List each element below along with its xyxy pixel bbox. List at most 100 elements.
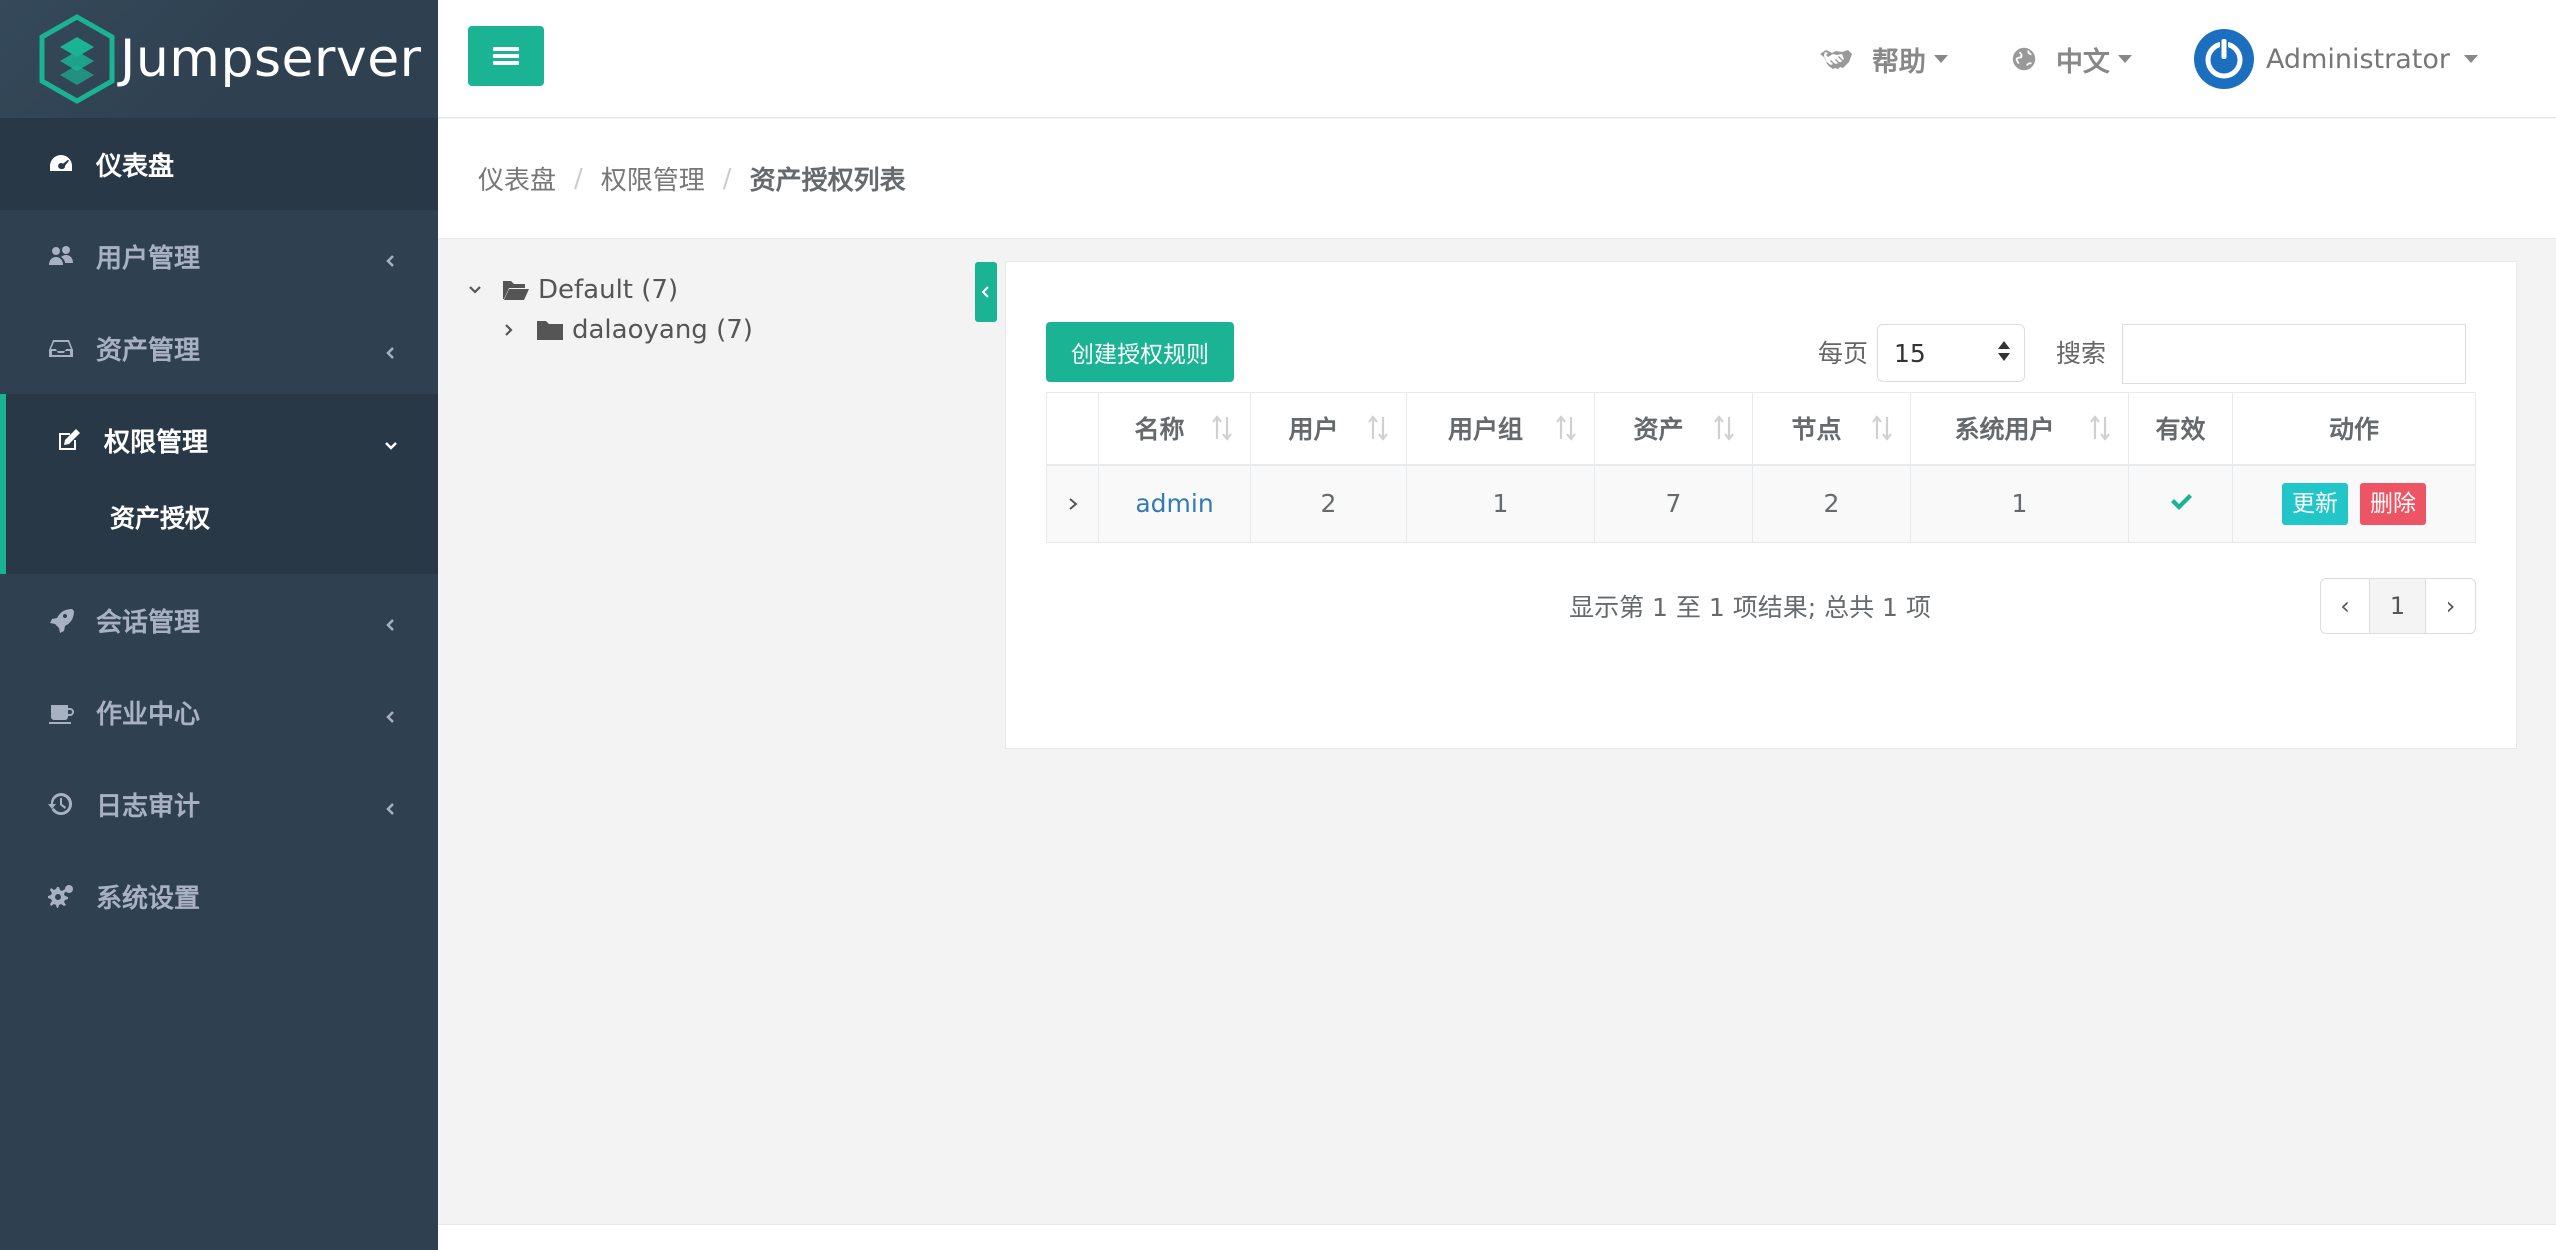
sidebar-item-label: 资产管理 — [96, 335, 201, 366]
dashboard-icon — [46, 149, 76, 179]
sidebar-item-label: 日志审计 — [96, 791, 201, 822]
sidebar-item-label: 仪表盘 — [96, 151, 175, 182]
help-label: 帮助 — [1871, 46, 1926, 78]
tree-node-label[interactable]: Default (7) — [538, 275, 678, 305]
inbox-icon — [46, 333, 76, 363]
breadcrumb-item[interactable]: 权限管理 — [601, 160, 705, 197]
folder-open-icon — [502, 278, 530, 302]
chevron-right-icon[interactable] — [1066, 489, 1080, 518]
caret-down-icon — [2464, 55, 2478, 63]
column-header-name[interactable]: 名称 — [1098, 392, 1251, 466]
sidebar-item-assets[interactable]: 资产管理 — [0, 302, 438, 394]
jumpserver-logo-icon — [39, 14, 115, 104]
rocket-icon — [46, 605, 76, 635]
breadcrumb-item[interactable]: 仪表盘 — [478, 160, 556, 197]
table-row: admin 2 1 7 2 1 更新 删除 — [1046, 464, 2476, 543]
search-label: 搜索 — [2056, 339, 2107, 368]
sort-icon — [1210, 414, 1234, 442]
tree-node-label[interactable]: dalaoyang (7) — [572, 315, 753, 345]
table-info: 显示第 1 至 1 项结果; 总共 1 项 — [1569, 593, 1931, 622]
tree-collapse-button[interactable] — [975, 262, 997, 322]
tree-node-root[interactable]: Default (7) — [466, 270, 753, 310]
column-header-label: 系统用户 — [1954, 415, 2055, 445]
column-header-label: 资产 — [1633, 415, 1684, 445]
footer — [438, 1224, 2556, 1250]
sidebar-item-sessions[interactable]: 会话管理 — [0, 574, 438, 666]
avatar — [2193, 29, 2254, 89]
chevron-left-icon — [382, 611, 400, 631]
expand-column-header — [1046, 392, 1099, 466]
column-header-assets[interactable]: 资产 — [1594, 392, 1753, 466]
delete-button[interactable]: 删除 — [2359, 482, 2426, 525]
column-header-label: 用户组 — [1447, 415, 1523, 445]
column-header-nodes[interactable]: 节点 — [1752, 392, 1911, 466]
pagination-prev-button[interactable]: ‹ — [2320, 578, 2370, 634]
table-header-row: 名称 用户 用户组 资产 节点 系统用户 有效 动作 — [1046, 392, 2476, 466]
column-header-actions: 动作 — [2232, 392, 2476, 466]
check-icon — [2169, 489, 2193, 518]
hamburger-icon — [493, 47, 519, 65]
sidebar-item-users[interactable]: 用户管理 — [0, 210, 438, 302]
sort-icon — [1870, 414, 1894, 442]
pagination-page-button[interactable]: 1 — [2370, 578, 2426, 634]
row-expand-cell[interactable] — [1046, 464, 1099, 543]
sidebar-item-label: 会话管理 — [96, 607, 201, 638]
update-button[interactable]: 更新 — [2282, 482, 2349, 525]
breadcrumb-separator: / — [574, 163, 583, 194]
sidebar-subitem-asset-permission[interactable]: 资产授权 — [6, 486, 438, 574]
chevron-left-icon — [981, 286, 989, 298]
sort-icon — [2088, 414, 2112, 442]
cell-name: admin — [1098, 464, 1251, 543]
breadcrumb-separator: / — [722, 163, 732, 194]
users-icon — [46, 241, 76, 271]
column-header-users[interactable]: 用户 — [1250, 392, 1407, 466]
topbar-right: 帮助 中文 Administrator — [1756, 0, 2478, 118]
tree-node-child[interactable]: dalaoyang (7) — [466, 310, 753, 350]
sidebar-item-dashboard[interactable]: 仪表盘 — [0, 118, 438, 210]
menu-toggle-button[interactable] — [468, 26, 544, 86]
help-dropdown[interactable]: 帮助 — [1818, 40, 1948, 79]
column-header-label: 节点 — [1791, 415, 1842, 445]
user-dropdown[interactable]: Administrator — [2193, 29, 2478, 89]
chevron-right-icon[interactable] — [500, 321, 518, 339]
column-header-active: 有效 — [2128, 392, 2233, 466]
topbar: 帮助 中文 Administrator — [438, 0, 2556, 118]
chevron-down-icon[interactable] — [466, 281, 484, 299]
sidebar-item-label: 系统设置 — [96, 883, 201, 914]
pagination: ‹ 1 › — [2320, 578, 2476, 634]
permission-table: 名称 用户 用户组 资产 节点 系统用户 有效 动作 admin 2 1 7 2… — [1046, 392, 2476, 543]
breadcrumb: 仪表盘 / 权限管理 / 资产授权列表 — [438, 119, 2556, 239]
page-title: 资产授权列表 — [749, 166, 906, 196]
sidebar-item-label: 作业中心 — [96, 699, 201, 730]
chevron-left-icon — [382, 795, 400, 815]
column-header-system-users[interactable]: 系统用户 — [1910, 392, 2129, 466]
sidebar-item-audit[interactable]: 日志审计 — [0, 758, 438, 850]
logo[interactable]: Jumpserver — [0, 0, 438, 118]
globe-icon — [2010, 45, 2038, 73]
language-dropdown[interactable]: 中文 — [2010, 40, 2132, 79]
pagination-next-button[interactable]: › — [2426, 578, 2476, 634]
user-name: Administrator — [2265, 43, 2450, 75]
sidebar: Jumpserver 仪表盘 用户管理 资产管理 权限管理 资产授权 会话管理 … — [0, 0, 438, 1250]
app-name: Jumpserver — [120, 29, 422, 89]
permission-name-link[interactable]: admin — [1135, 489, 1213, 518]
node-tree: Default (7) dalaoyang (7) — [466, 270, 753, 350]
create-permission-button[interactable]: 创建授权规则 — [1046, 322, 1234, 382]
column-header-user-groups[interactable]: 用户组 — [1406, 392, 1595, 466]
gears-icon — [46, 881, 76, 911]
sidebar-item-jobs[interactable]: 作业中心 — [0, 666, 438, 758]
column-header-label: 用户 — [1288, 415, 1339, 445]
history-icon — [46, 789, 76, 819]
sidebar-item-settings[interactable]: 系统设置 — [0, 850, 438, 942]
chevron-left-icon — [382, 247, 400, 267]
per-page-label: 每页 — [1818, 339, 1869, 368]
search-input[interactable] — [2122, 324, 2466, 384]
sort-icon — [1366, 414, 1390, 442]
per-page-select[interactable]: 15 — [1877, 324, 2025, 382]
chevron-left-icon — [382, 703, 400, 723]
sidebar-item-permissions[interactable]: 权限管理 — [6, 394, 438, 486]
handshake-icon — [1818, 44, 1854, 74]
sort-icon — [1554, 414, 1578, 442]
select-arrows-icon — [1998, 341, 2010, 361]
column-header-label: 名称 — [1134, 415, 1185, 445]
